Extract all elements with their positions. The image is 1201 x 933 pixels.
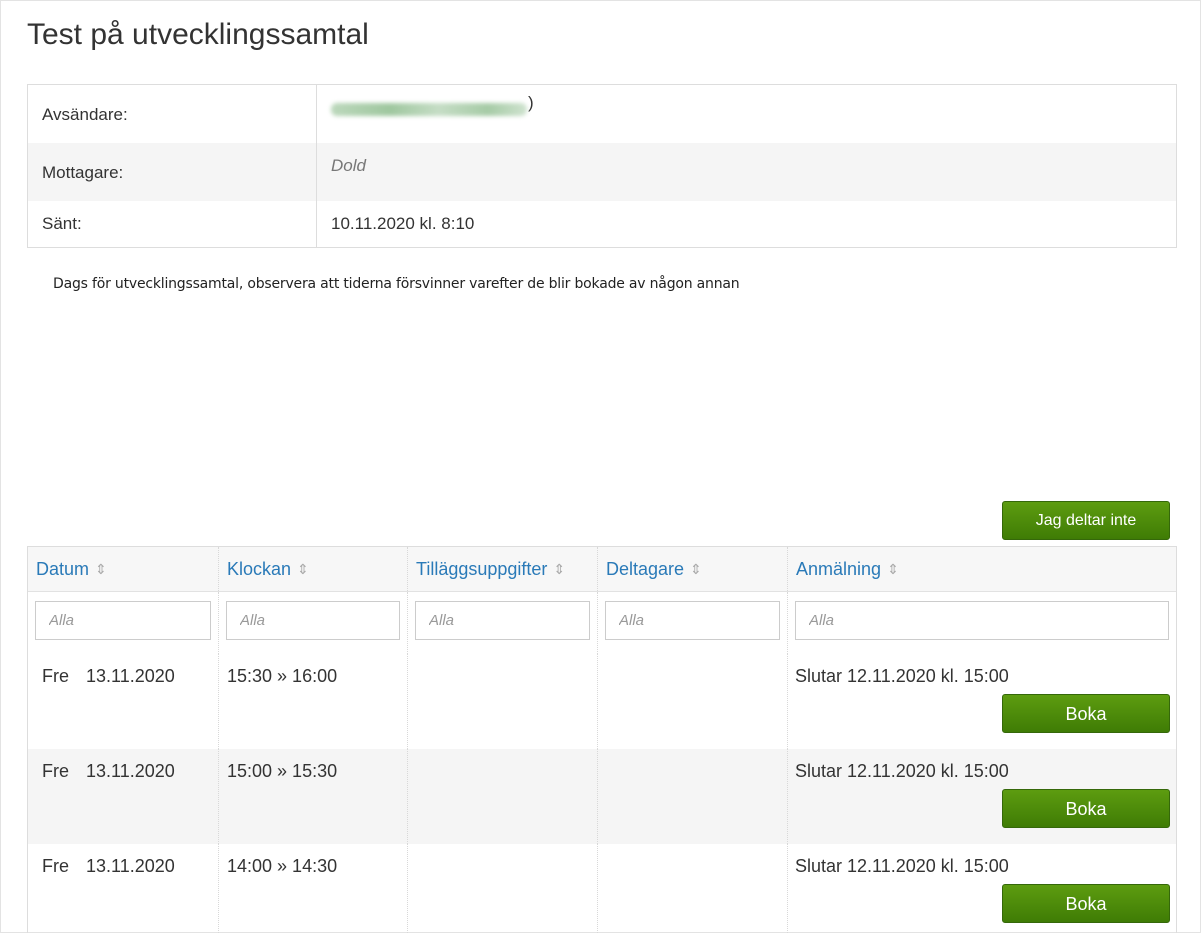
book-button[interactable]: Boka bbox=[1002, 694, 1170, 733]
filter-row bbox=[28, 592, 1176, 654]
not-attending-button[interactable]: Jag deltar inte bbox=[1002, 501, 1170, 540]
registration-cell: Slutar 12.11.2020 kl. 15:00 Boka bbox=[788, 844, 1176, 933]
filter-klockan-input[interactable] bbox=[226, 601, 400, 640]
date-cell: Fre 13.11.2020 bbox=[28, 654, 219, 749]
filter-cell bbox=[28, 592, 219, 654]
sort-icon: ⇕ bbox=[690, 561, 702, 577]
filter-cell bbox=[219, 592, 408, 654]
column-label: Datum bbox=[36, 559, 90, 579]
registration-deadline: Slutar 12.11.2020 kl. 15:00 bbox=[795, 666, 1009, 686]
table-row: Fre 13.11.2020 15:00 » 15:30 Slutar 12.11… bbox=[28, 749, 1176, 844]
filter-tillaggsuppgifter-input[interactable] bbox=[415, 601, 590, 640]
date-label: 13.11.2020 bbox=[86, 761, 175, 781]
time-label: 15:30 » 16:00 bbox=[227, 666, 338, 686]
column-header-datum[interactable]: Datum ⇕ bbox=[28, 547, 219, 591]
booking-table: Datum ⇕ Klockan ⇕ Tilläggsuppgifter ⇕ Delta… bbox=[27, 546, 1177, 933]
time-cell: 14:00 » 14:30 bbox=[219, 844, 408, 933]
book-button[interactable]: Boka bbox=[1002, 884, 1170, 923]
table-row: Fre 13.11.2020 15:30 » 16:00 Slutar 12.11… bbox=[28, 654, 1176, 749]
filter-cell bbox=[598, 592, 788, 654]
table-row: Fre 13.11.2020 14:00 » 14:30 Slutar 12.11… bbox=[28, 844, 1176, 933]
filter-anmalning-input[interactable] bbox=[795, 601, 1169, 640]
column-header-anmalning[interactable]: Anmälning ⇕ bbox=[788, 547, 1176, 591]
participants-cell bbox=[598, 654, 788, 749]
sender-suffix: ) bbox=[528, 93, 534, 112]
registration-cell: Slutar 12.11.2020 kl. 15:00 Boka bbox=[788, 749, 1176, 844]
meta-row-sender: Avsändare: ) bbox=[28, 85, 1176, 143]
page-title: Test på utvecklingssamtal bbox=[27, 18, 369, 51]
registration-deadline: Slutar 12.11.2020 kl. 15:00 bbox=[795, 856, 1009, 876]
extra-cell bbox=[408, 844, 598, 933]
meta-row-sent: Sänt: 10.11.2020 kl. 8:10 bbox=[28, 201, 1176, 247]
sender-value: ) bbox=[317, 85, 1176, 143]
recipient-value: Dold bbox=[331, 156, 366, 175]
column-label: Tilläggsuppgifter bbox=[416, 559, 548, 579]
time-cell: 15:30 » 16:00 bbox=[219, 654, 408, 749]
sort-icon: ⇕ bbox=[95, 561, 107, 577]
extra-cell bbox=[408, 654, 598, 749]
time-label: 14:00 » 14:30 bbox=[227, 856, 338, 876]
filter-cell bbox=[788, 592, 1176, 654]
message-meta-table: Avsändare: ) Mottagare: Dold Sänt: 10.11… bbox=[27, 84, 1177, 248]
book-button[interactable]: Boka bbox=[1002, 789, 1170, 828]
column-label: Anmälning bbox=[796, 559, 882, 579]
registration-deadline: Slutar 12.11.2020 kl. 15:00 bbox=[795, 761, 1009, 781]
column-header-deltagare[interactable]: Deltagare ⇕ bbox=[598, 547, 788, 591]
sort-icon: ⇕ bbox=[887, 561, 899, 577]
filter-datum-input[interactable] bbox=[35, 601, 211, 640]
time-cell: 15:00 » 15:30 bbox=[219, 749, 408, 844]
sender-label: Avsändare: bbox=[28, 85, 317, 143]
date-cell: Fre 13.11.2020 bbox=[28, 749, 219, 844]
column-header-tillaggsuppgifter[interactable]: Tilläggsuppgifter ⇕ bbox=[408, 547, 598, 591]
day-label: Fre bbox=[42, 666, 69, 686]
date-label: 13.11.2020 bbox=[86, 666, 175, 686]
time-label: 15:00 » 15:30 bbox=[227, 761, 338, 781]
registration-cell: Slutar 12.11.2020 kl. 15:00 Boka bbox=[788, 654, 1176, 749]
participants-cell bbox=[598, 749, 788, 844]
sort-icon: ⇕ bbox=[297, 561, 309, 577]
column-label: Klockan bbox=[227, 559, 292, 579]
day-label: Fre bbox=[42, 761, 69, 781]
day-label: Fre bbox=[42, 856, 69, 876]
sent-value: 10.11.2020 kl. 8:10 bbox=[331, 214, 475, 233]
extra-cell bbox=[408, 749, 598, 844]
meta-row-recipient: Mottagare: Dold bbox=[28, 143, 1176, 201]
filter-cell bbox=[408, 592, 598, 654]
date-cell: Fre 13.11.2020 bbox=[28, 844, 219, 933]
recipient-label: Mottagare: bbox=[28, 143, 317, 201]
message-body: Dags för utvecklingssamtal, observera at… bbox=[53, 276, 740, 292]
date-label: 13.11.2020 bbox=[86, 856, 175, 876]
sort-icon: ⇕ bbox=[553, 561, 566, 577]
participants-cell bbox=[598, 844, 788, 933]
sent-label: Sänt: bbox=[28, 201, 317, 247]
filter-deltagare-input[interactable] bbox=[605, 601, 780, 640]
redacted-sender bbox=[331, 103, 527, 116]
column-header-klockan[interactable]: Klockan ⇕ bbox=[219, 547, 408, 591]
table-header-row: Datum ⇕ Klockan ⇕ Tilläggsuppgifter ⇕ Delta… bbox=[28, 547, 1176, 592]
column-label: Deltagare bbox=[606, 559, 685, 579]
